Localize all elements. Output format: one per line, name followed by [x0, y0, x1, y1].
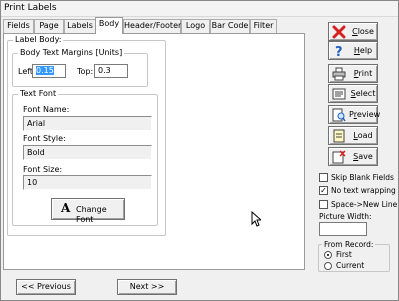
tab-body[interactable]: Body — [95, 17, 123, 34]
help-label: Help — [353, 46, 373, 55]
radio-empty-icon — [324, 262, 332, 270]
from-record-first-radio[interactable]: First — [324, 250, 384, 260]
previous-button[interactable]: << Previous — [16, 279, 76, 295]
picture-width-label: Picture Width: — [319, 212, 372, 221]
text-font-title: Text Font — [18, 89, 59, 99]
space-new-line-label: Space->New Line — [331, 200, 398, 209]
tab-fields[interactable]: Fields — [3, 19, 34, 33]
no-text-wrapping-checkbox[interactable]: ✓ No text wrapping — [319, 185, 398, 196]
left-margin-input[interactable]: 0.15 — [32, 64, 66, 78]
body-tab-page: Label Body: Body Text Margins [Units] Le… — [3, 33, 305, 270]
font-a-icon: A — [61, 201, 71, 215]
tab-logo[interactable]: Logo — [181, 19, 210, 33]
help-button[interactable]: ? Help — [328, 41, 378, 60]
select-button[interactable]: Select — [328, 84, 378, 103]
tab-bar-code[interactable]: Bar Code — [210, 19, 250, 33]
space-new-line-box — [319, 200, 328, 209]
print-labels-window: Print Labels Fields Page Labels Body Hea… — [0, 0, 399, 301]
load-label: Load — [353, 131, 373, 140]
label-body-title: Label Body: — [13, 35, 64, 45]
font-style-field: Bold — [23, 145, 152, 160]
change-font-label: Change Font — [76, 205, 107, 224]
save-button[interactable]: Save — [328, 147, 378, 166]
no-text-wrapping-label: No text wrapping — [331, 186, 396, 195]
picture-width-input[interactable] — [319, 222, 367, 236]
close-button[interactable]: Close — [328, 22, 378, 41]
window-title: Print Labels — [4, 3, 57, 13]
margins-group: Body Text Margins [Units] Left: 0.15 Top… — [12, 48, 148, 87]
tab-header-footer[interactable]: Header/Footer — [123, 19, 181, 33]
first-label: First — [336, 250, 352, 259]
font-name-field: Arial — [23, 116, 152, 131]
font-size-field: 10 — [23, 175, 152, 190]
next-label: Next >> — [129, 282, 165, 291]
print-button[interactable]: Print — [328, 64, 378, 83]
top-margin-input[interactable]: 0.3 — [94, 64, 128, 78]
title-bar: Print Labels — [1, 1, 398, 17]
print-label: Print — [353, 69, 373, 78]
font-style-label: Font Style: — [23, 134, 66, 143]
tab-filter[interactable]: Filter — [250, 19, 277, 33]
font-name-label: Font Name: — [23, 105, 70, 114]
save-label: Save — [353, 152, 373, 161]
preview-button[interactable]: Preview — [328, 105, 381, 124]
font-size-label: Font Size: — [23, 165, 63, 174]
tab-page[interactable]: Page — [34, 19, 64, 33]
change-font-button[interactable]: A Change Font — [51, 198, 125, 224]
svg-text:?: ? — [335, 45, 343, 58]
preview-label: Preview — [349, 110, 381, 119]
help-question-icon: ? — [335, 45, 343, 58]
tab-labels[interactable]: Labels — [64, 19, 96, 33]
save-icon — [332, 150, 346, 164]
checkmark-icon: ✓ — [319, 186, 328, 195]
current-label: Current — [336, 261, 365, 270]
previous-label: << Previous — [21, 282, 71, 291]
text-font-group: Text Font Font Name: Arial Font Style: B… — [12, 89, 158, 226]
margins-title: Body Text Margins [Units] — [18, 48, 125, 58]
skip-blank-fields-box — [319, 173, 328, 182]
load-button[interactable]: Load — [328, 126, 378, 145]
select-label: Select — [350, 89, 376, 98]
printer-icon — [332, 67, 346, 81]
select-icon — [332, 88, 346, 100]
space-new-line-checkbox[interactable]: Space->New Line — [319, 199, 398, 210]
top-margin-label: Top: — [77, 67, 94, 76]
close-x-icon — [332, 25, 346, 39]
skip-blank-fields-label: Skip Blank Fields — [331, 173, 394, 182]
preview-icon — [332, 108, 346, 122]
close-label: Close — [352, 27, 374, 36]
radio-selected-icon — [324, 251, 332, 259]
from-record-current-radio[interactable]: Current — [324, 261, 384, 271]
skip-blank-fields-checkbox[interactable]: Skip Blank Fields — [319, 172, 398, 183]
from-record-title: From Record: — [322, 240, 376, 250]
mouse-pointer-icon — [251, 211, 261, 227]
label-body-group: Label Body: Body Text Margins [Units] Le… — [7, 35, 166, 236]
next-button[interactable]: Next >> — [117, 279, 177, 295]
load-icon — [333, 129, 345, 143]
